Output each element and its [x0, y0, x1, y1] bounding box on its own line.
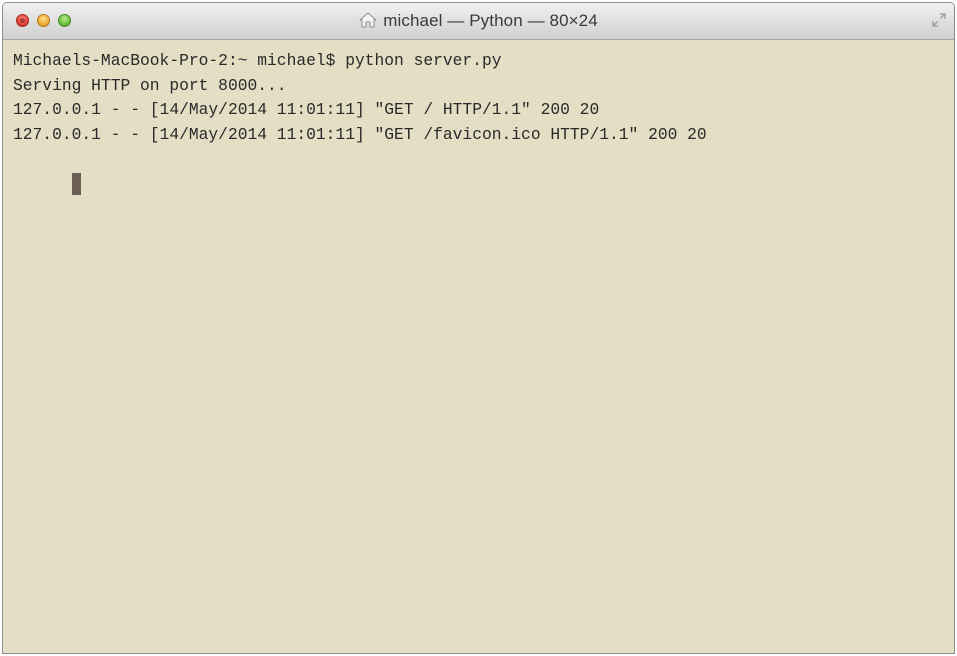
- window-title: michael — Python — 80×24: [383, 11, 598, 30]
- text-cursor: [71, 172, 81, 195]
- terminal-output[interactable]: Michaels-MacBook-Pro-2:~ michael$ python…: [3, 40, 954, 653]
- terminal-window: michael — Python — 80×24 Michaels-MacBoo…: [2, 2, 955, 654]
- window-title-area: michael — Python — 80×24: [3, 3, 954, 39]
- fullscreen-arrows-icon[interactable]: [932, 13, 946, 27]
- terminal-line: Michaels-MacBook-Pro-2:~ michael$ python…: [13, 51, 502, 70]
- cursor-line: [13, 147, 954, 195]
- home-icon: [359, 12, 377, 28]
- terminal-line: Serving HTTP on port 8000...: [13, 75, 287, 95]
- title-bar[interactable]: michael — Python — 80×24: [3, 3, 954, 40]
- terminal-line: 127.0.0.1 - - [14/May/2014 11:01:11] "GE…: [13, 100, 600, 119]
- terminal-line: 127.0.0.1 - - [14/May/2014 11:01:11] "GE…: [13, 124, 707, 144]
